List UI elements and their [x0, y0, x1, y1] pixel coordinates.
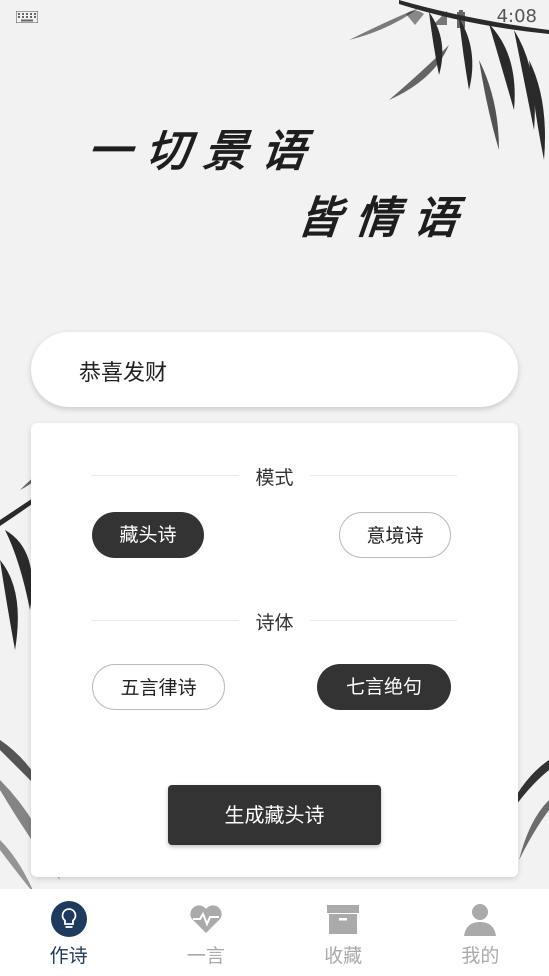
nav-item-compose[interactable]: 作诗: [0, 889, 137, 976]
style-title-text: 诗体: [239, 612, 310, 634]
style-option-seven-char[interactable]: 七言绝句: [317, 664, 451, 710]
mode-section-title: 模式: [31, 463, 518, 490]
head-words-input[interactable]: [77, 332, 481, 409]
banner-line-2: 皆情语: [294, 193, 475, 244]
bamboo-decoration-top: [349, 0, 549, 160]
nav-item-profile[interactable]: 我的: [412, 889, 549, 976]
nav-label: 一言: [186, 945, 225, 967]
nav-label: 我的: [461, 945, 500, 967]
banner-line-1: 一切景语: [84, 126, 323, 177]
options-card: 模式 藏头诗 意境诗 诗体 五言律诗 七言绝句 生成藏头诗: [31, 423, 518, 877]
nav-label: 收藏: [324, 945, 363, 967]
style-option-five-char[interactable]: 五言律诗: [92, 664, 225, 710]
archive-box-icon: [327, 905, 360, 934]
bottom-nav: 作诗 一言 收藏 我的: [0, 889, 549, 976]
nav-item-favorites[interactable]: 收藏: [275, 889, 412, 976]
nav-label: 作诗: [49, 945, 88, 967]
mode-title-text: 模式: [239, 467, 310, 489]
style-section-title: 诗体: [31, 608, 518, 635]
person-icon: [464, 904, 497, 936]
lightbulb-icon: [50, 901, 87, 937]
mode-option-artistic[interactable]: 意境诗: [339, 512, 451, 558]
head-words-input-container: [31, 332, 518, 409]
nav-item-quote[interactable]: 一言: [137, 889, 274, 976]
generate-poem-button[interactable]: 生成藏头诗: [168, 785, 381, 845]
mode-option-acrostic[interactable]: 藏头诗: [92, 512, 204, 558]
keyboard-icon: [16, 11, 38, 23]
heartbeat-icon: [190, 905, 222, 933]
